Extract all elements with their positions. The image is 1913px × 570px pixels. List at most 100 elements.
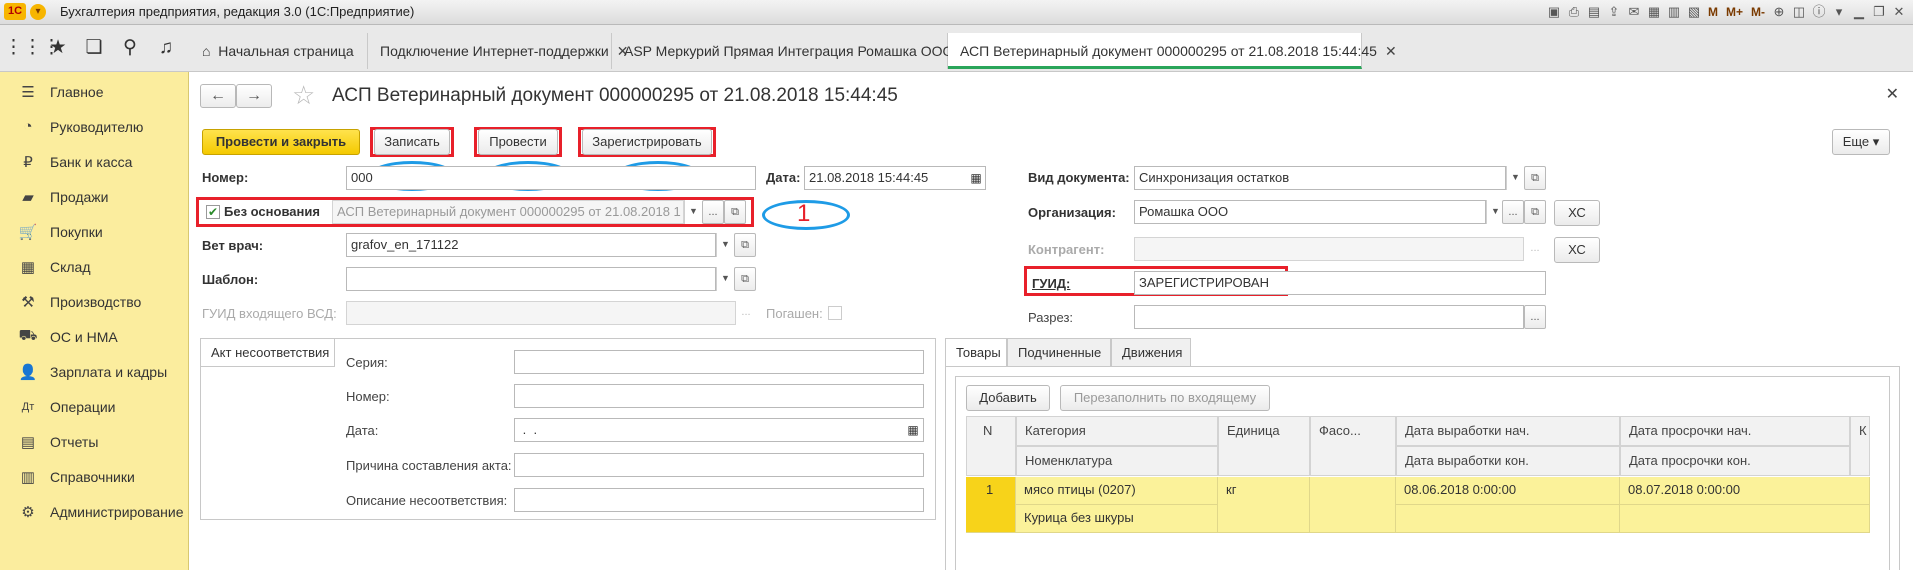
memory-plus-button[interactable]: M+ <box>1724 4 1745 20</box>
refill-button[interactable]: Перезаполнить по входящему <box>1060 385 1270 411</box>
contractor-hs-button[interactable]: ХС <box>1554 237 1600 263</box>
close-window-icon[interactable]: ✕ <box>1891 4 1907 20</box>
cell-unit[interactable]: кг <box>1218 477 1310 533</box>
add-button[interactable]: Добавить <box>966 385 1050 411</box>
vet-open-icon[interactable]: ⧉ <box>734 233 756 257</box>
favorite-star-icon[interactable]: ☆ <box>292 82 315 108</box>
minimize-icon[interactable]: ▁ <box>1851 4 1867 20</box>
date-field[interactable]: 21.08.2018 15:44:45 <box>804 166 986 190</box>
paid-checkbox[interactable] <box>828 306 842 320</box>
col-header-exp-end[interactable]: Дата просрочки кон. <box>1620 446 1850 476</box>
panels-icon[interactable]: ◫ <box>1791 4 1807 20</box>
reason-field[interactable] <box>514 453 924 477</box>
doc-type-open-icon[interactable]: ⧉ <box>1524 166 1546 190</box>
zoom-icon[interactable]: ⊕ <box>1771 4 1787 20</box>
cell-exp-end[interactable] <box>1620 505 1870 533</box>
post-and-close-button[interactable]: Провести и закрыть <box>202 129 360 155</box>
no-basis-checkbox[interactable]: ✔ <box>206 205 220 219</box>
memory-minus-button[interactable]: M- <box>1749 4 1767 20</box>
act-number-field[interactable] <box>514 384 924 408</box>
cell-nomenclature[interactable]: Курица без шкуры <box>1016 505 1218 533</box>
cell-prod-end[interactable] <box>1396 505 1620 533</box>
doc-type-dropdown-icon[interactable]: ▼ <box>1506 166 1524 190</box>
sidebar-item-sales[interactable]: ▰ Продажи <box>0 179 188 214</box>
tab-movements[interactable]: Движения <box>1111 338 1191 366</box>
tab-subordinate[interactable]: Подчиненные <box>1007 338 1111 366</box>
info-icon[interactable]: ⓘ <box>1811 4 1827 20</box>
col-header-nomenclature[interactable]: Номенклатура <box>1016 446 1218 476</box>
save-icon[interactable]: ▣ <box>1546 4 1562 20</box>
bell-icon[interactable]: ♫ <box>148 25 184 71</box>
basis-open-icon[interactable]: ⧉ <box>724 200 746 224</box>
cell-category[interactable]: мясо птицы (0207) <box>1016 477 1218 505</box>
sidebar-item-manager[interactable]: ◔ Руководителю <box>0 109 188 144</box>
sidebar-item-admin[interactable]: ⚙ Администрирование <box>0 494 188 529</box>
col-header-n[interactable]: N <box>966 416 1016 476</box>
template-dropdown-icon[interactable]: ▼ <box>716 267 734 291</box>
vet-field[interactable]: grafov_en_171122 <box>346 233 716 257</box>
sidebar-item-operations[interactable]: Дт Операции <box>0 389 188 424</box>
memory-button[interactable]: M <box>1706 4 1720 20</box>
basis-select-button[interactable]: ... <box>702 200 724 224</box>
act-calendar-icon[interactable]: ▦ <box>902 418 924 442</box>
spreadsheet-icon[interactable]: ▦ <box>1646 4 1662 20</box>
tab-nonconformity[interactable]: Акт несоответствия <box>201 339 335 367</box>
save-button[interactable]: Записать <box>374 129 450 155</box>
main-menu-icon[interactable]: ▾ <box>30 4 46 20</box>
cell-prod-start[interactable]: 08.06.2018 0:00:00 <box>1396 477 1620 505</box>
number-field[interactable]: 000 <box>346 166 756 190</box>
basis-field[interactable]: АСП Ветеринарный документ 000000295 от 2… <box>332 200 684 224</box>
sidebar-item-production[interactable]: ⚒ Производство <box>0 284 188 319</box>
template-open-icon[interactable]: ⧉ <box>734 267 756 291</box>
tab-goods[interactable]: Товары <box>945 338 1007 366</box>
template-field[interactable] <box>346 267 716 291</box>
sidebar-item-salary[interactable]: 👤 Зарплата и кадры <box>0 354 188 389</box>
doc-type-field[interactable]: Синхронизация остатков <box>1134 166 1506 190</box>
tab-asp-mercury[interactable]: ASP Меркурий Прямая Интеграция Ромашка О… <box>612 33 973 69</box>
print-icon[interactable]: ⎙ <box>1566 4 1582 20</box>
calculator-icon[interactable]: ▧ <box>1686 4 1702 20</box>
sidebar-item-reports[interactable]: ▤ Отчеты <box>0 424 188 459</box>
org-hs-button[interactable]: ХС <box>1554 200 1600 226</box>
history-icon[interactable]: ❏ <box>76 25 112 71</box>
mail-icon[interactable]: ✉ <box>1626 4 1642 20</box>
act-date-field[interactable]: . . <box>514 418 924 442</box>
attach-icon[interactable]: ⇪ <box>1606 4 1622 20</box>
org-select-button[interactable]: ... <box>1502 200 1524 224</box>
sidebar-item-bank[interactable]: ₽ Банк и касса <box>0 144 188 179</box>
tab-home[interactable]: ⌂ Начальная страница <box>190 33 368 69</box>
basis-dropdown-icon[interactable]: ▼ <box>684 200 702 224</box>
vet-dropdown-icon[interactable]: ▼ <box>716 233 734 257</box>
register-button[interactable]: Зарегистрировать <box>582 129 712 155</box>
sidebar-item-purchases[interactable]: 🛒 Покупки <box>0 214 188 249</box>
more-button[interactable]: Еще ▾ <box>1832 129 1890 155</box>
col-header-exp-start[interactable]: Дата просрочки нач. <box>1620 416 1850 446</box>
sidebar-item-catalogs[interactable]: ▥ Справочники <box>0 459 188 494</box>
col-header-k[interactable]: К <box>1850 416 1870 476</box>
col-header-pack[interactable]: Фасо... <box>1310 416 1396 476</box>
series-field[interactable] <box>514 350 924 374</box>
calendar-icon[interactable]: ▥ <box>1666 4 1682 20</box>
settings-dropdown-icon[interactable]: ▾ <box>1831 4 1847 20</box>
col-header-unit[interactable]: Единица <box>1218 416 1310 476</box>
sidebar-item-warehouse[interactable]: ▦ Склад <box>0 249 188 284</box>
preview-icon[interactable]: ▤ <box>1586 4 1602 20</box>
close-tab-icon[interactable]: ✕ <box>1385 43 1397 59</box>
tab-vet-document[interactable]: АСП Ветеринарный документ 000000295 от 2… <box>948 33 1397 69</box>
org-open-icon[interactable]: ⧉ <box>1524 200 1546 224</box>
col-header-category[interactable]: Категория <box>1016 416 1218 446</box>
col-header-prod-end[interactable]: Дата выработки кон. <box>1396 446 1620 476</box>
calendar-icon[interactable]: ▦ <box>966 166 986 190</box>
org-field[interactable]: Ромашка ООО <box>1134 200 1486 224</box>
sidebar-item-main[interactable]: ☰ Главное <box>0 74 188 109</box>
post-button[interactable]: Провести <box>478 129 558 155</box>
guid-field[interactable]: ЗАРЕГИСТРИРОВАН <box>1134 271 1546 295</box>
cell-pack[interactable] <box>1310 477 1396 533</box>
section-select-button[interactable]: ... <box>1524 305 1546 329</box>
cell-n[interactable]: 1 <box>966 477 1016 533</box>
search-icon[interactable]: ⚲ <box>112 25 148 71</box>
sidebar-item-assets[interactable]: ⛟ ОС и НМА <box>0 319 188 354</box>
close-form-icon[interactable]: ✕ <box>1886 84 1899 104</box>
section-field[interactable] <box>1134 305 1524 329</box>
restore-icon[interactable]: ❐ <box>1871 4 1887 20</box>
